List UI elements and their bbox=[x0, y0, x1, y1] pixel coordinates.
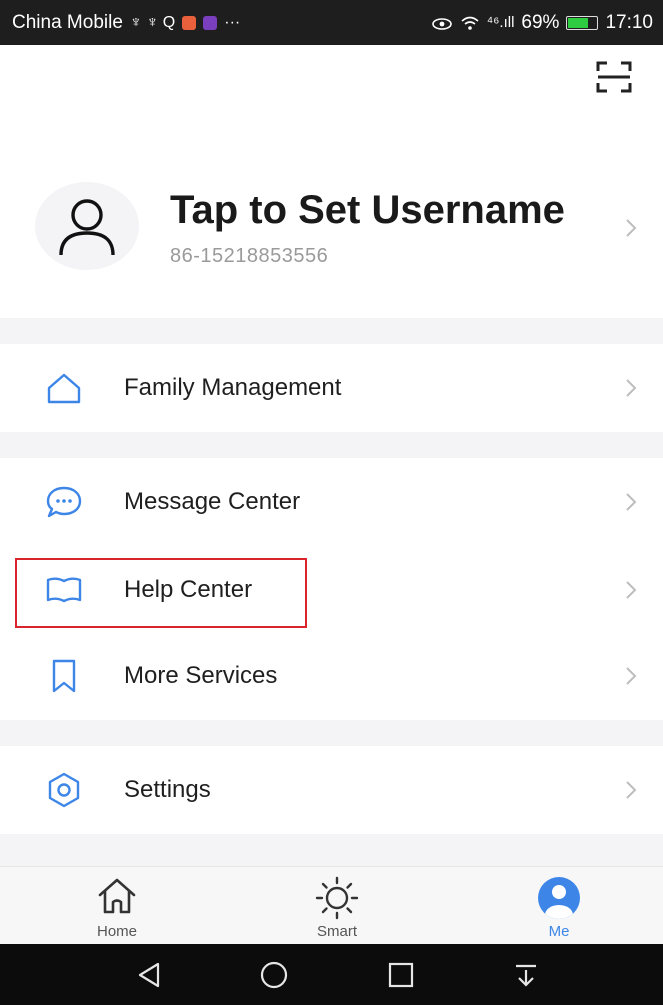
profile-header[interactable]: Tap to Set Username 86-15218853556 bbox=[0, 170, 663, 290]
sun-icon bbox=[315, 876, 359, 920]
settings-hexagon-icon bbox=[48, 772, 80, 808]
status-left: China Mobile ♆ ♆ Q ··· bbox=[12, 12, 240, 34]
app-notification-icon bbox=[182, 15, 197, 30]
section-divider bbox=[0, 834, 663, 866]
tab-smart[interactable]: Smart bbox=[282, 867, 392, 945]
message-bubble-icon bbox=[46, 486, 82, 518]
eye-comfort-icon bbox=[431, 17, 452, 30]
chevron-right-icon bbox=[626, 667, 637, 685]
phone-number: 86-15218853556 bbox=[170, 245, 329, 267]
signal-icon: ⁴⁶.ıll bbox=[486, 14, 515, 31]
tab-label: Home bbox=[96, 923, 137, 940]
notification-pull-icon[interactable] bbox=[512, 961, 540, 989]
carrier-name: China Mobile bbox=[12, 11, 123, 33]
chevron-right-icon bbox=[626, 379, 637, 397]
android-nav-bar bbox=[0, 944, 663, 1005]
status-bar: China Mobile ♆ ♆ Q ··· ⁴⁶.ıll 69% 17:10 bbox=[0, 0, 663, 45]
tab-label: Smart bbox=[316, 923, 357, 940]
home-icon bbox=[98, 878, 136, 914]
tab-home[interactable]: Home bbox=[62, 867, 172, 945]
scan-icon bbox=[596, 61, 632, 93]
chevron-right-icon bbox=[626, 781, 637, 799]
clock: 17:10 bbox=[605, 11, 653, 33]
menu-item-settings[interactable]: Settings bbox=[0, 746, 663, 834]
menu-item-label: Family Management bbox=[124, 374, 342, 401]
wifi-icon bbox=[461, 16, 479, 30]
battery-icon bbox=[566, 15, 599, 30]
battery-fill bbox=[568, 17, 588, 28]
user-icon bbox=[59, 199, 115, 256]
home-circle-icon[interactable] bbox=[259, 961, 289, 989]
recent-apps-icon[interactable] bbox=[387, 961, 415, 989]
section-divider bbox=[0, 318, 663, 344]
tab-label: Me bbox=[548, 923, 570, 940]
bottom-tab-bar: Home Smart Me bbox=[0, 866, 663, 945]
avatar[interactable] bbox=[35, 182, 139, 270]
status-symbols: ♆ ♆ Q bbox=[129, 13, 176, 31]
bookmark-icon bbox=[52, 659, 76, 693]
more-notifications-icon: ··· bbox=[224, 13, 241, 31]
status-right: ⁴⁶.ıll 69% 17:10 bbox=[431, 12, 653, 34]
scan-button[interactable] bbox=[595, 60, 633, 94]
menu-item-label: More Services bbox=[124, 662, 278, 689]
menu-item-message-center[interactable]: Message Center bbox=[0, 458, 663, 546]
menu-item-more-services[interactable]: More Services bbox=[0, 632, 663, 720]
username[interactable]: Tap to Set Username bbox=[170, 188, 565, 233]
section-divider bbox=[0, 720, 663, 746]
chevron-right-icon bbox=[626, 581, 637, 599]
menu-item-label: Message Center bbox=[124, 488, 301, 515]
menu-item-label: Settings bbox=[124, 776, 211, 803]
highlight-box bbox=[15, 558, 307, 628]
chevron-right-icon bbox=[626, 219, 637, 237]
chevron-right-icon bbox=[626, 493, 637, 511]
video-notification-icon bbox=[203, 15, 218, 30]
battery-percent: 69% bbox=[521, 11, 560, 33]
menu-item-family-management[interactable]: Family Management bbox=[0, 344, 663, 432]
back-icon[interactable] bbox=[136, 961, 162, 989]
home-outline-icon bbox=[47, 373, 81, 404]
profile-icon bbox=[538, 877, 580, 919]
tab-me[interactable]: Me bbox=[504, 867, 614, 945]
section-divider bbox=[0, 432, 663, 458]
